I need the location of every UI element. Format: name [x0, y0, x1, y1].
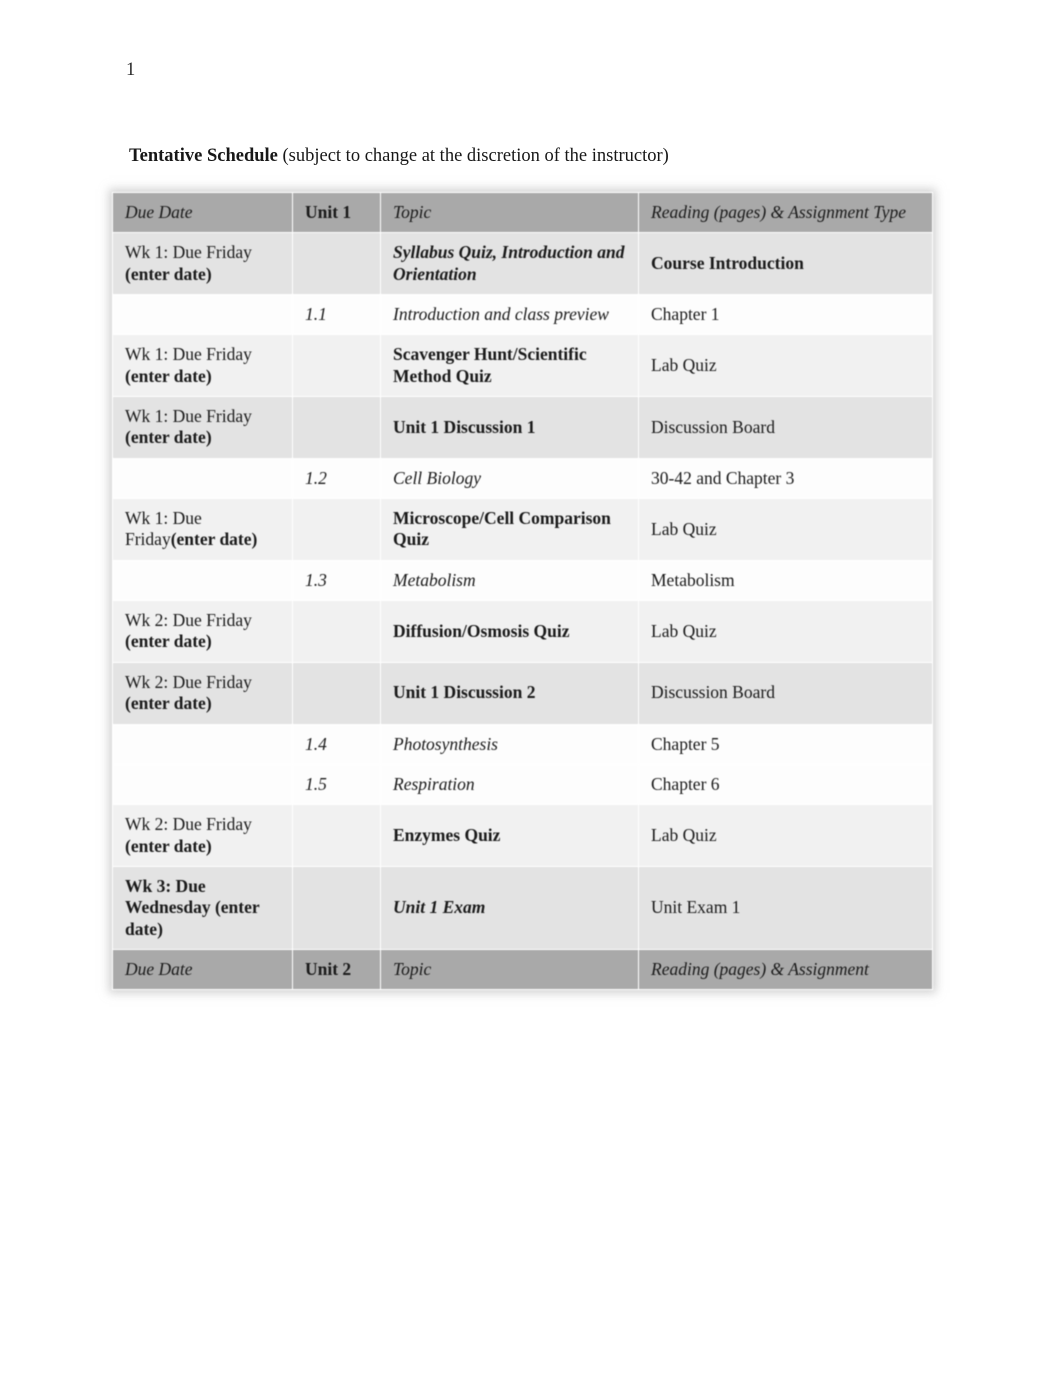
- header-cell-topic: Topic: [380, 191, 639, 234]
- cell-reading: Metabolism: [638, 559, 933, 602]
- cell-unit: 1.2: [292, 457, 381, 500]
- due-date-bold: Wk 3: Due Wednesday (enter date): [125, 875, 260, 939]
- cell-due-date: Wk 1: Due Friday (enter date): [112, 232, 293, 296]
- cell-topic: Metabolism: [380, 559, 639, 602]
- cell-unit: [292, 334, 381, 398]
- cell-reading: Chapter 5: [638, 723, 933, 765]
- cell-reading: Lab Quiz: [638, 498, 933, 561]
- cell-unit: [292, 804, 381, 867]
- cell-topic: Syllabus Quiz, Introduction and Orientat…: [380, 232, 639, 296]
- table-row: Wk 1: Due Friday(enter date) Microscope/…: [112, 498, 933, 561]
- cell-reading: Discussion Board: [638, 396, 933, 459]
- cell-topic: Cell Biology: [380, 457, 639, 500]
- table-row: Wk 2: Due Friday (enter date) Diffusion/…: [112, 600, 933, 663]
- cell-reading: Lab Quiz: [638, 600, 933, 663]
- header-cell-topic: Topic: [380, 948, 639, 991]
- cell-unit: 1.3: [292, 559, 381, 602]
- cell-due-date: Wk 1: Due Friday (enter date): [112, 334, 293, 398]
- cell-unit: 1.1: [292, 294, 381, 336]
- table-row: 1.4 Photosynthesis Chapter 5: [112, 723, 933, 765]
- due-date-bold: (enter date): [125, 631, 212, 652]
- cell-unit: [292, 865, 381, 950]
- table-header-row-unit1: Due Date Unit 1 Topic Reading (pages) & …: [112, 191, 933, 234]
- cell-unit: [292, 396, 381, 459]
- cell-reading: Course Introduction: [638, 232, 933, 296]
- header-cell-unit: Unit 2: [292, 948, 381, 991]
- cell-due-date: [112, 457, 293, 500]
- due-date-bold: (enter date): [125, 693, 212, 714]
- due-date-plain: Wk 2: Due Friday: [125, 610, 252, 631]
- table-row: Wk 1: Due Friday (enter date) Syllabus Q…: [112, 232, 933, 296]
- table-row: 1.2 Cell Biology 30-42 and Chapter 3: [112, 457, 933, 500]
- cell-topic: Microscope/Cell Comparison Quiz: [380, 498, 639, 561]
- cell-reading: Chapter 6: [638, 763, 933, 806]
- schedule-table-container: Due Date Unit 1 Topic Reading (pages) & …: [112, 191, 933, 991]
- cell-due-date: Wk 3: Due Wednesday (enter date): [112, 865, 293, 950]
- tentative-schedule-table: Due Date Unit 1 Topic Reading (pages) & …: [112, 191, 933, 991]
- cell-reading: Lab Quiz: [638, 334, 933, 398]
- cell-unit: 1.5: [292, 763, 381, 806]
- table-row: Wk 3: Due Wednesday (enter date) Unit 1 …: [112, 865, 933, 950]
- cell-topic: Unit 1 Discussion 1: [380, 396, 639, 459]
- cell-topic: Photosynthesis: [380, 723, 639, 765]
- header-cell-reading: Reading (pages) & Assignment: [638, 948, 933, 991]
- header-cell-unit: Unit 1: [292, 191, 381, 234]
- cell-topic: Unit 1 Exam: [380, 865, 639, 950]
- cell-unit: [292, 600, 381, 663]
- cell-reading: Lab Quiz: [638, 804, 933, 867]
- cell-due-date: Wk 2: Due Friday (enter date): [112, 661, 293, 725]
- header-cell-reading: Reading (pages) & Assignment Type: [638, 191, 933, 234]
- cell-due-date: [112, 294, 293, 336]
- due-date-plain: Wk 1: Due Friday: [125, 344, 252, 365]
- cell-due-date: Wk 2: Due Friday (enter date): [112, 600, 293, 663]
- table-row: 1.5 Respiration Chapter 6: [112, 763, 933, 806]
- cell-topic: Diffusion/Osmosis Quiz: [380, 600, 639, 663]
- cell-reading: Chapter 1: [638, 294, 933, 336]
- cell-topic: Introduction and class preview: [380, 294, 639, 336]
- due-date-bold: (enter date): [125, 263, 212, 284]
- page-title-bold: Tentative Schedule: [129, 146, 278, 166]
- page-number: 1: [126, 60, 136, 80]
- cell-unit: [292, 232, 381, 296]
- table-row: 1.1 Introduction and class preview Chapt…: [112, 294, 933, 336]
- cell-reading: Discussion Board: [638, 661, 933, 725]
- table-row: Wk 2: Due Friday (enter date) Enzymes Qu…: [112, 804, 933, 867]
- cell-due-date: [112, 559, 293, 602]
- header-cell-due-date: Due Date: [112, 191, 293, 234]
- cell-unit: [292, 661, 381, 725]
- table-row: Wk 1: Due Friday (enter date) Scavenger …: [112, 334, 933, 398]
- due-date-plain: Wk 2: Due Friday: [125, 814, 252, 835]
- cell-unit: 1.4: [292, 723, 381, 765]
- cell-due-date: Wk 2: Due Friday (enter date): [112, 804, 293, 867]
- cell-unit: [292, 498, 381, 561]
- table-row: Wk 1: Due Friday (enter date) Unit 1 Dis…: [112, 396, 933, 459]
- cell-due-date: [112, 723, 293, 765]
- cell-topic: Respiration: [380, 763, 639, 806]
- due-date-bold: (enter date): [125, 835, 212, 856]
- cell-topic: Scavenger Hunt/Scientific Method Quiz: [380, 334, 639, 398]
- cell-due-date: [112, 763, 293, 806]
- cell-reading: Unit Exam 1: [638, 865, 933, 950]
- due-date-bold: (enter date): [170, 529, 258, 550]
- document-page: 1 Tentative Schedule (subject to change …: [0, 0, 1062, 1377]
- cell-due-date: Wk 1: Due Friday (enter date): [112, 396, 293, 459]
- due-date-bold: (enter date): [125, 365, 212, 386]
- due-date-plain: Wk 2: Due Friday: [125, 671, 252, 692]
- header-cell-due-date: Due Date: [112, 948, 293, 991]
- cell-topic: Unit 1 Discussion 2: [380, 661, 639, 725]
- table-row: Wk 2: Due Friday (enter date) Unit 1 Dis…: [112, 661, 933, 725]
- due-date-plain: Wk 1: Due Friday: [125, 406, 252, 427]
- cell-reading: 30-42 and Chapter 3: [638, 457, 933, 500]
- due-date-bold: (enter date): [125, 427, 212, 448]
- cell-topic: Enzymes Quiz: [380, 804, 639, 867]
- table-header-row-unit2: Due Date Unit 2 Topic Reading (pages) & …: [112, 948, 933, 991]
- page-title: Tentative Schedule (subject to change at…: [129, 146, 669, 167]
- table-row: 1.3 Metabolism Metabolism: [112, 559, 933, 602]
- cell-due-date: Wk 1: Due Friday(enter date): [112, 498, 293, 561]
- due-date-plain: Wk 1: Due Friday: [125, 242, 252, 263]
- page-title-rest: (subject to change at the discretion of …: [277, 146, 669, 166]
